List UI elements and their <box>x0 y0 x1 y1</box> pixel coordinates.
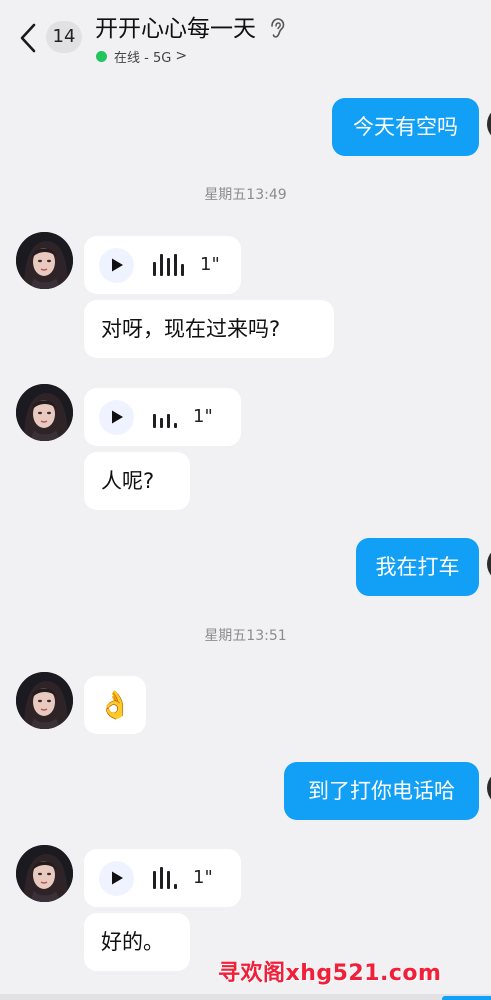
message-outgoing[interactable]: 到了打你电话哈 <box>284 762 479 820</box>
avatar-photo <box>16 384 73 441</box>
message-incoming[interactable]: 对呀，现在过来吗? <box>84 300 334 358</box>
self-avatar[interactable] <box>487 106 491 142</box>
play-button[interactable] <box>99 399 134 435</box>
send-button-edge[interactable] <box>442 996 491 1000</box>
timestamp: 星期五13:51 <box>204 628 287 644</box>
input-bar-edge <box>0 994 491 1000</box>
voice-message[interactable]: 1" <box>84 388 241 446</box>
contact-avatar[interactable] <box>16 672 73 729</box>
online-dot <box>96 50 107 62</box>
chevron-right-icon: > <box>175 48 188 64</box>
emoji-message[interactable]: 👌 <box>84 676 146 734</box>
voice-duration: 1" <box>193 406 213 427</box>
voice-duration: 1" <box>193 867 213 888</box>
unread-count-badge[interactable]: 14 <box>46 21 82 53</box>
voice-duration: 1" <box>200 254 220 275</box>
self-avatar[interactable] <box>487 770 491 806</box>
voice-message[interactable]: 1" <box>84 849 241 907</box>
avatar-photo <box>16 845 73 902</box>
voice-wave-icon <box>153 254 184 276</box>
watermark: 寻欢阁xhg521.com <box>218 961 442 986</box>
play-icon <box>111 410 123 424</box>
chevron-left-icon <box>20 23 36 53</box>
play-button[interactable] <box>99 860 134 896</box>
timestamp: 星期五13:49 <box>204 187 287 203</box>
voice-message[interactable]: 1" <box>84 236 241 294</box>
message-outgoing[interactable]: 今天有空吗 <box>332 98 479 156</box>
contact-avatar[interactable] <box>16 384 73 441</box>
contact-avatar[interactable] <box>16 845 73 902</box>
voice-wave-icon <box>153 406 177 428</box>
contact-avatar[interactable] <box>16 232 73 289</box>
online-status[interactable]: 在线 - 5G > <box>96 46 187 66</box>
play-button[interactable] <box>99 247 134 283</box>
avatar-photo <box>16 672 73 729</box>
ear-icon[interactable] <box>268 17 286 41</box>
play-icon <box>111 871 123 885</box>
message-incoming[interactable]: 好的。 <box>84 913 190 971</box>
voice-wave-icon <box>153 867 177 889</box>
chat-screen: 14 开开心心每一天 在线 - 5G > 今天有空吗 星期五13:49 1" 对… <box>0 0 491 1000</box>
avatar-photo <box>16 232 73 289</box>
chat-header: 14 开开心心每一天 在线 - 5G > <box>0 0 491 82</box>
message-incoming[interactable]: 人呢? <box>84 452 190 510</box>
self-avatar[interactable] <box>487 546 491 582</box>
status-text: 在线 - 5G <box>114 50 172 66</box>
chat-title[interactable]: 开开心心每一天 <box>95 13 256 45</box>
play-icon <box>111 258 123 272</box>
message-outgoing[interactable]: 我在打车 <box>356 538 479 596</box>
back-button[interactable] <box>14 20 44 56</box>
ok-hand-emoji: 👌 <box>98 689 132 721</box>
